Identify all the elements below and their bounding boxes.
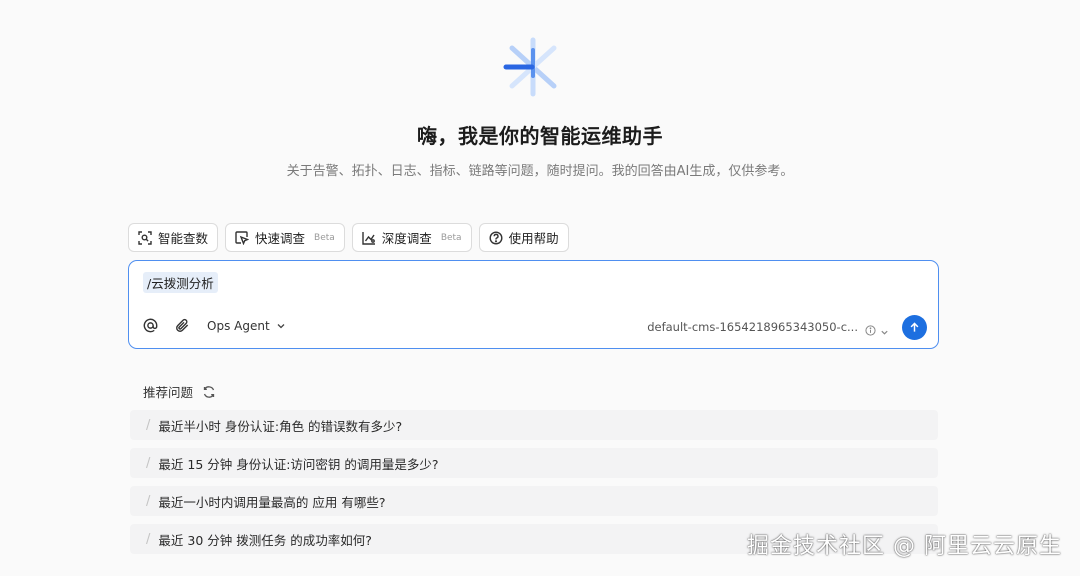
slash-icon: /: [146, 531, 151, 547]
recommended-title: 推荐问题: [143, 385, 194, 400]
paperclip-icon: [176, 318, 189, 332]
workspace-chevron-down-icon[interactable]: [880, 322, 889, 341]
agent-selector[interactable]: Ops Agent: [207, 319, 286, 333]
quick-action-bar: 智能查数 快速调查 Beta 深度调查 Beta 使用帮助: [128, 223, 569, 252]
help-label: 使用帮助: [508, 231, 559, 246]
beta-badge: Beta: [440, 232, 462, 243]
smart-query-label: 智能查数: [158, 231, 209, 246]
workspace-selector[interactable]: default-cms-1654218965343050-c...: [647, 320, 858, 334]
page-title: 嗨，我是你的智能运维助手: [417, 124, 663, 148]
cursor-click-icon: [235, 230, 250, 245]
help-button[interactable]: 使用帮助: [478, 223, 569, 252]
watermark: 掘金技术社区 @ 阿里云云原生: [747, 534, 1062, 559]
deep-investigate-button[interactable]: 深度调查 Beta: [351, 223, 472, 252]
arrow-up-icon: [910, 322, 919, 332]
recommended-question[interactable]: / 最近一小时内调用量最高的 应用 有哪些?: [130, 486, 938, 516]
mention-button[interactable]: [143, 318, 158, 333]
page-subtitle: 关于告警、拓扑、日志、指标、链路等问题，随时提问。我的回答由AI生成，仅供参考。: [286, 164, 794, 179]
question-text: 最近 30 分钟 拨测任务 的成功率如何?: [158, 532, 372, 548]
scan-search-icon: [138, 230, 152, 245]
send-button[interactable]: [902, 315, 927, 340]
command-tag[interactable]: /云拨测分析: [143, 272, 218, 293]
slash-icon: /: [146, 417, 151, 433]
assistant-logo-icon: [498, 36, 568, 98]
quick-investigate-label: 快速调查: [255, 231, 306, 246]
recommended-questions-header: 推荐问题: [143, 382, 216, 401]
slash-icon: /: [146, 493, 151, 509]
at-sign-icon: [143, 318, 158, 333]
chevron-down-icon: [277, 324, 285, 329]
beta-badge: Beta: [314, 232, 335, 243]
question-text: 最近 15 分钟 身份认证:访问密钥 的调用量是多少?: [158, 456, 439, 472]
chat-input-box[interactable]: /云拨测分析 Ops Agent default-cms-16542189653…: [128, 260, 939, 349]
slash-icon: /: [146, 455, 151, 471]
refresh-icon[interactable]: [202, 385, 216, 399]
question-text: 最近一小时内调用量最高的 应用 有哪些?: [158, 494, 386, 510]
help-circle-icon: [489, 230, 503, 245]
smart-query-button[interactable]: 智能查数: [128, 223, 219, 252]
deep-investigate-label: 深度调查: [381, 231, 432, 246]
question-text: 最近半小时 身份认证:角色 的错误数有多少?: [158, 418, 403, 434]
agent-name: Ops Agent: [207, 319, 270, 333]
info-icon[interactable]: [865, 321, 876, 340]
chart-analysis-icon: [362, 231, 375, 245]
recommended-question[interactable]: / 最近半小时 身份认证:角色 的错误数有多少?: [130, 410, 938, 440]
attach-button[interactable]: [175, 318, 190, 333]
recommended-question[interactable]: / 最近 15 分钟 身份认证:访问密钥 的调用量是多少?: [130, 448, 938, 478]
quick-investigate-button[interactable]: 快速调查 Beta: [225, 223, 345, 252]
